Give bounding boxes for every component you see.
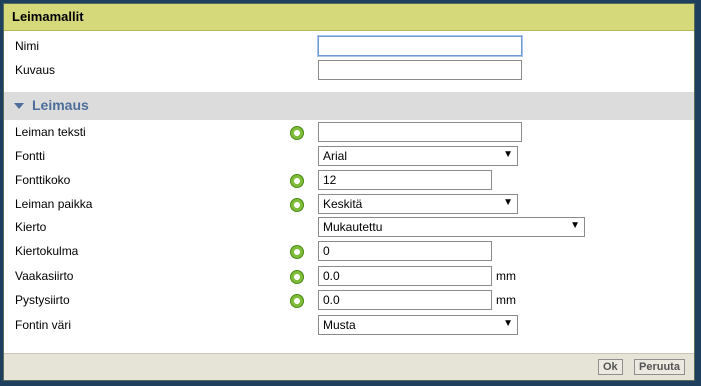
section-title: Leimaus	[32, 97, 89, 113]
stamp-position-selected: Keskitä	[323, 197, 363, 211]
name-row: Nimi	[4, 36, 694, 58]
description-label: Kuvaus	[15, 63, 56, 77]
horizontal-shift-label: Vaakasiirto	[15, 269, 74, 283]
rotation-label: Kierto	[15, 220, 47, 234]
font-color-selected: Musta	[323, 318, 356, 332]
collapse-triangle-icon[interactable]	[14, 103, 24, 109]
font-label: Fontti	[15, 149, 46, 163]
vertical-shift-input[interactable]	[318, 290, 492, 310]
info-hint-icon[interactable]	[290, 198, 304, 212]
stamping-section-header[interactable]: Leimaus	[4, 92, 694, 120]
font-size-row: Fonttikoko	[4, 170, 694, 192]
rotation-angle-input[interactable]	[318, 241, 492, 261]
stamp-position-label: Leiman paikka	[15, 197, 93, 211]
rotation-selected: Mukautettu	[323, 220, 383, 234]
stamp-text-label: Leiman teksti	[15, 125, 86, 139]
font-size-input[interactable]	[318, 170, 492, 190]
stamp-templates-dialog: Leimamallit Nimi Kuvaus Leimaus Leiman t…	[3, 3, 695, 381]
dialog-title: Leimamallit	[12, 9, 84, 24]
dialog-footer: Ok Peruuta	[4, 353, 694, 380]
font-selected: Arial	[323, 149, 348, 163]
rotation-angle-label: Kiertokulma	[15, 244, 79, 258]
stamp-text-row: Leiman teksti	[4, 122, 694, 144]
info-hint-icon[interactable]	[290, 294, 304, 308]
ok-button[interactable]: Ok	[598, 359, 623, 375]
font-color-row: Fontin väri Musta ▼	[4, 315, 694, 337]
chevron-down-icon: ▼	[570, 220, 580, 231]
info-hint-icon[interactable]	[290, 126, 304, 140]
description-input[interactable]	[318, 60, 522, 80]
font-color-select[interactable]: Musta ▼	[318, 315, 518, 335]
horizontal-shift-input[interactable]	[318, 266, 492, 286]
vertical-shift-label: Pystysiirto	[15, 293, 70, 307]
dialog-titlebar: Leimamallit	[4, 4, 694, 31]
font-row: Fontti Arial ▼	[4, 146, 694, 168]
vertical-shift-row: Pystysiirto mm	[4, 290, 694, 312]
chevron-down-icon: ▼	[503, 149, 513, 160]
info-hint-icon[interactable]	[290, 270, 304, 284]
info-hint-icon[interactable]	[290, 174, 304, 188]
info-hint-icon[interactable]	[290, 245, 304, 259]
font-color-label: Fontin väri	[15, 318, 72, 332]
horizontal-shift-unit: mm	[496, 269, 516, 283]
stamp-position-select[interactable]: Keskitä ▼	[318, 194, 518, 214]
stamp-text-input[interactable]	[318, 122, 522, 142]
rotation-row: Kierto Mukautettu ▼	[4, 217, 694, 239]
vertical-shift-unit: mm	[496, 293, 516, 307]
description-row: Kuvaus	[4, 60, 694, 82]
rotation-select[interactable]: Mukautettu ▼	[318, 217, 585, 237]
font-size-label: Fonttikoko	[15, 173, 71, 187]
rotation-angle-row: Kiertokulma	[4, 241, 694, 263]
horizontal-shift-row: Vaakasiirto mm	[4, 266, 694, 288]
chevron-down-icon: ▼	[503, 318, 513, 329]
stamp-position-row: Leiman paikka Keskitä ▼	[4, 194, 694, 216]
chevron-down-icon: ▼	[503, 197, 513, 208]
name-input[interactable]	[318, 36, 522, 56]
font-select[interactable]: Arial ▼	[318, 146, 518, 166]
cancel-button[interactable]: Peruuta	[634, 359, 685, 375]
name-label: Nimi	[15, 39, 39, 53]
